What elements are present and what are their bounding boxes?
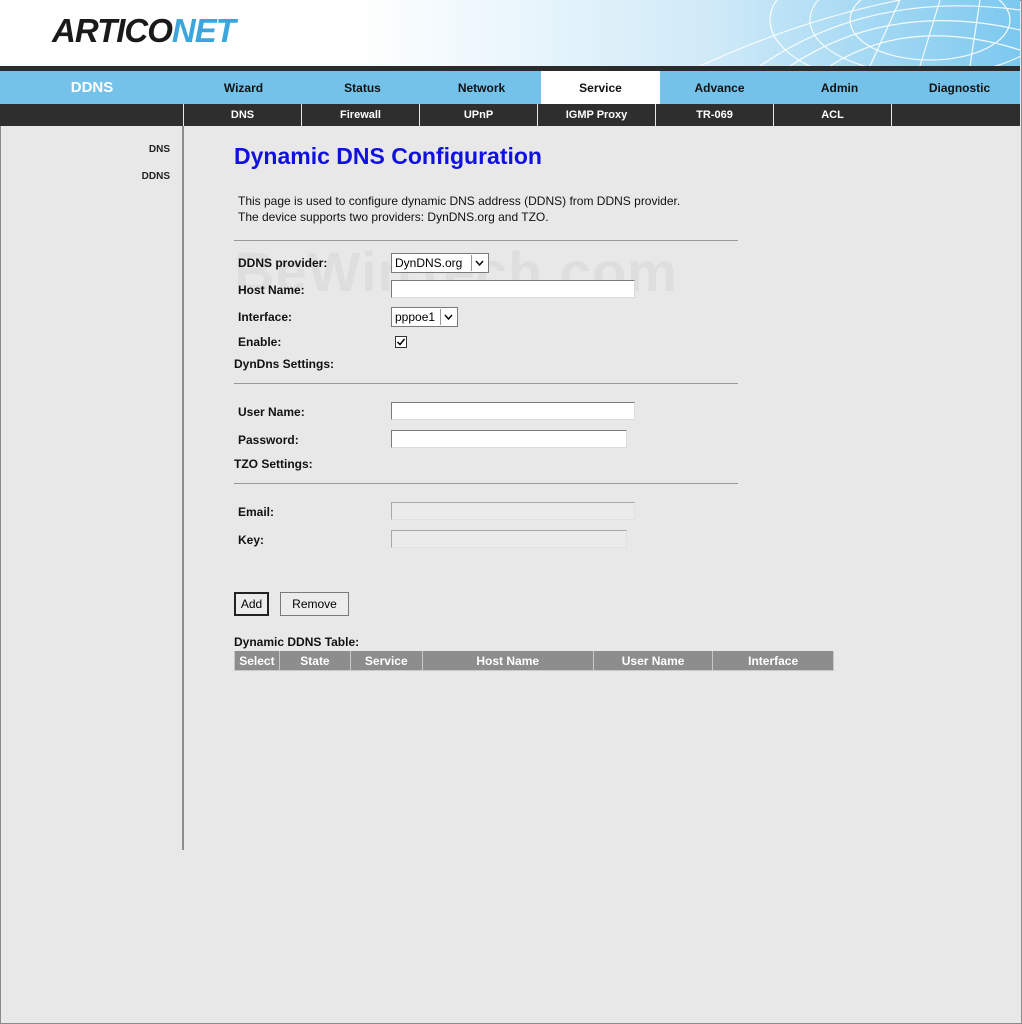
- hostname-input[interactable]: [391, 280, 635, 298]
- sidebar-item-dns[interactable]: DNS: [149, 144, 170, 155]
- dyndns-settings-heading: DynDns Settings:: [234, 357, 335, 371]
- logo-text-artico: ARTICO: [52, 12, 173, 49]
- subtab-dns[interactable]: DNS: [183, 104, 301, 126]
- username-label: User Name:: [238, 405, 305, 419]
- password-label: Password:: [238, 433, 299, 447]
- provider-select[interactable]: DynDNS.org: [391, 253, 489, 273]
- key-label: Key:: [238, 533, 265, 547]
- column-header-state: State: [278, 651, 352, 671]
- sidebar-item-ddns[interactable]: DDNS: [142, 171, 170, 182]
- key-input[interactable]: [391, 530, 627, 548]
- divider-2: [234, 383, 738, 384]
- header: ARTICONET: [0, 0, 1020, 66]
- ddns-table: Select State Service Host Name User Name…: [234, 651, 834, 671]
- enable-checkbox[interactable]: [395, 336, 407, 348]
- section-title: DDNS: [70, 79, 114, 96]
- email-input[interactable]: [391, 502, 635, 520]
- divider-1: [234, 240, 738, 241]
- tab-network[interactable]: Network: [422, 71, 541, 104]
- tzo-settings-heading: TZO Settings:: [234, 457, 313, 471]
- description-line-1: This page is used to configure dynamic D…: [238, 194, 681, 208]
- sub-nav: DNS Firewall UPnP IGMP Proxy TR-069 ACL: [0, 104, 1020, 126]
- description-line-2: The device supports two providers: DynDN…: [238, 210, 549, 224]
- add-button[interactable]: Add: [234, 592, 269, 616]
- subtab-acl[interactable]: ACL: [773, 104, 891, 126]
- interface-select[interactable]: pppoe1: [391, 307, 458, 327]
- username-input[interactable]: [391, 402, 635, 420]
- articonet-logo: ARTICONET: [52, 12, 236, 50]
- chevron-down-icon: [471, 255, 487, 271]
- table-header-row: Select State Service Host Name User Name…: [234, 651, 834, 671]
- hostname-label: Host Name:: [238, 283, 305, 297]
- divider-3: [234, 483, 738, 484]
- email-label: Email:: [238, 505, 275, 519]
- chevron-down-icon: [440, 309, 456, 325]
- ddns-table-title: Dynamic DDNS Table:: [234, 635, 360, 649]
- column-header-service: Service: [350, 651, 423, 671]
- page-title: Dynamic DNS Configuration: [234, 143, 542, 169]
- subtab-empty: [891, 104, 1021, 126]
- interface-label: Interface:: [238, 310, 293, 324]
- enable-label: Enable:: [238, 335, 282, 349]
- interface-select-value: pppoe1: [395, 310, 436, 324]
- sidebar-divider: [182, 126, 184, 850]
- tab-admin[interactable]: Admin: [780, 71, 899, 104]
- subtab-upnp[interactable]: UPnP: [419, 104, 537, 126]
- column-header-host-name: Host Name: [421, 651, 594, 671]
- tab-wizard[interactable]: Wizard: [184, 71, 303, 104]
- main-nav: DDNS Wizard Status Network Service Advan…: [0, 71, 1020, 104]
- subtab-igmp-proxy[interactable]: IGMP Proxy: [537, 104, 655, 126]
- password-input[interactable]: [391, 430, 627, 448]
- tab-diagnostic[interactable]: Diagnostic: [900, 71, 1019, 104]
- provider-label: DDNS provider:: [238, 256, 328, 270]
- subtab-tr069[interactable]: TR-069: [655, 104, 773, 126]
- tab-status[interactable]: Status: [303, 71, 422, 104]
- subtab-firewall[interactable]: Firewall: [301, 104, 419, 126]
- tab-service[interactable]: Service: [541, 71, 660, 104]
- remove-button[interactable]: Remove: [280, 592, 349, 616]
- provider-select-value: DynDNS.org: [395, 256, 463, 270]
- checkmark-icon: [396, 338, 406, 346]
- column-header-user-name: User Name: [592, 651, 714, 671]
- column-header-select: Select: [234, 651, 280, 671]
- column-header-interface: Interface: [712, 651, 834, 671]
- logo-text-net: NET: [171, 12, 236, 49]
- tab-advance[interactable]: Advance: [660, 71, 779, 104]
